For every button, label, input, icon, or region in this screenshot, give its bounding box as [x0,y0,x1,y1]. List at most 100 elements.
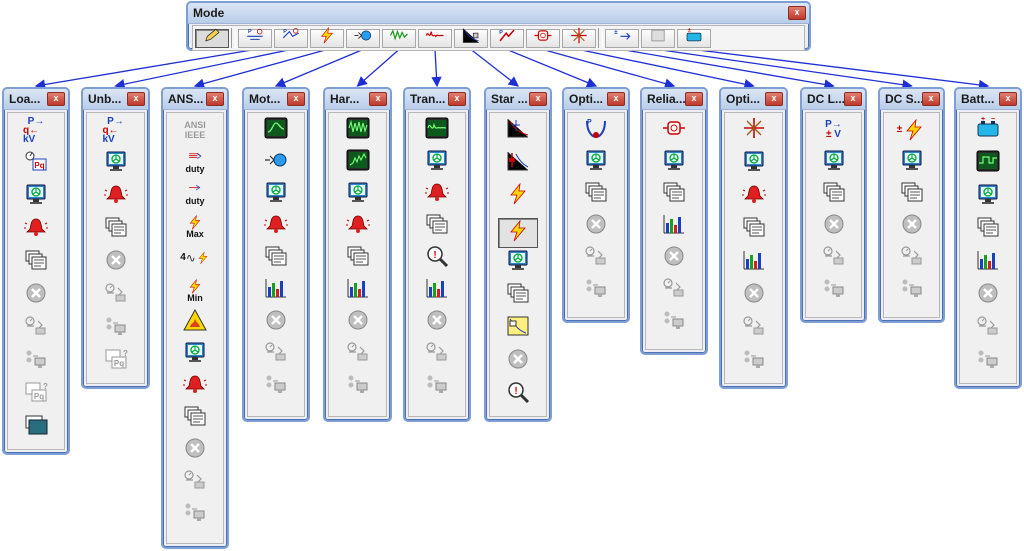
reliability-icon[interactable] [662,117,686,144]
toolbar-button[interactable] [263,117,289,141]
close-button[interactable]: x [844,92,862,106]
halt-icon[interactable] [104,249,128,276]
halt-icon[interactable] [264,309,288,336]
study-case-icon[interactable] [425,149,449,176]
meter-pq-icon[interactable]: Pq [24,150,48,177]
star-fault-icon[interactable] [506,182,530,210]
close-button[interactable]: x [287,92,305,106]
halt-icon[interactable] [24,282,48,309]
toolbar-button[interactable] [821,182,847,205]
toolbar-button[interactable] [821,245,847,269]
toolbar-button[interactable] [345,245,371,272]
halt-icon[interactable] [742,282,766,309]
toolbar-button[interactable]: 4 ∿ [180,247,208,269]
toolbar-button[interactable] [424,310,450,333]
halt-icon[interactable] [822,213,846,240]
toolbar-button[interactable] [345,182,371,205]
toolbar-button[interactable] [424,214,450,237]
toolbar-button[interactable] [661,119,687,141]
toolbar-button[interactable] [263,375,289,397]
optimal-capacitor-icon[interactable] [742,117,766,144]
toolbar-button[interactable]: Pq? [23,382,49,405]
close-button[interactable]: x [922,92,940,106]
bar-chart-icon[interactable] [346,277,370,304]
toolbar-button[interactable] [975,216,1001,243]
alarm-bell-icon[interactable] [741,183,766,210]
online-pc-icon[interactable] [900,277,924,304]
toolbar-button[interactable] [345,341,371,368]
toolbar-button[interactable] [741,250,767,273]
toolbar-button[interactable] [975,184,1001,207]
toolbar-button[interactable] [975,315,1001,339]
halt-icon[interactable] [506,348,530,375]
study-case-icon[interactable] [24,183,48,210]
toolbar-button[interactable] [182,503,208,525]
get-online-icon[interactable] [104,282,128,309]
toolbar-button[interactable] [975,350,1001,372]
bar-chart-icon[interactable] [264,277,288,304]
toolbar-button[interactable] [424,375,450,397]
unbalanced-load-flow-button[interactable]: P [274,28,308,48]
toolbar-button[interactable] [741,185,767,207]
toolbar-button[interactable] [103,249,129,276]
toolbar-button[interactable] [661,181,687,208]
battery-icon[interactable]: + − [976,116,1000,144]
toolbar-button[interactable]: Pq [23,150,49,177]
toolbar-button[interactable] [263,309,289,336]
study-case-icon[interactable] [900,149,924,176]
report-pages-icon[interactable] [900,181,924,208]
close-button[interactable]: x [788,6,806,20]
toolbar-button[interactable] [345,215,371,237]
report-pages-icon[interactable] [976,216,1000,243]
toolbar-button[interactable] [583,214,609,237]
toolbar-button[interactable] [23,218,49,240]
halt-icon[interactable] [183,437,207,464]
toolbar-button[interactable]: duty [182,151,208,173]
toolbar-button[interactable] [424,117,450,141]
report-pages-icon[interactable] [742,216,766,243]
opf-icon[interactable]: P [584,117,608,144]
toolbar-button[interactable] [975,283,1001,306]
toolbar-button[interactable] [661,214,687,237]
alarm-bell-icon[interactable] [24,216,48,243]
report-pages-icon[interactable] [584,181,608,208]
toolbar-button[interactable] [505,283,531,306]
edit-pencil-button[interactable] [195,28,229,48]
star-coord-icon[interactable] [506,117,530,144]
toolbar-button[interactable]: P→ q← kV [23,116,49,144]
toolbar-button[interactable]: ! [424,245,450,269]
toolbar-button[interactable] [424,278,450,301]
magnifier-alert-icon[interactable]: ! [506,381,530,408]
toolbar-button[interactable] [505,117,531,144]
reliability-button[interactable] [526,28,560,48]
online-pc-icon[interactable] [425,373,449,400]
get-online-icon[interactable] [24,315,48,342]
close-button[interactable]: x [47,92,65,106]
pkv-lf-icon[interactable]: P→ q← kV [23,116,49,144]
pq-report-icon[interactable]: Pq? [104,348,128,375]
toolbar-button[interactable]: ! [505,381,531,408]
toolbar-button[interactable] [263,182,289,205]
toolbar-button[interactable] [345,310,371,333]
toolbar-button[interactable]: Max [182,214,208,238]
alarm-bell-icon[interactable] [264,213,288,240]
halt-icon[interactable] [662,245,686,272]
report-pages-icon[interactable] [662,181,686,208]
toolbar-button[interactable]: ± [897,119,927,141]
alarm-bell-icon[interactable] [103,183,128,210]
arc-flash-icon[interactable] [183,308,207,336]
harmonic-plot-icon[interactable] [346,117,370,144]
get-online-icon[interactable] [346,341,370,368]
toolbar-button[interactable] [583,245,609,269]
dc-sc-icon[interactable]: ± [897,119,927,141]
optimal-power-flow-button[interactable]: P [490,28,524,48]
alarm-bell-icon[interactable] [345,213,370,240]
close-button[interactable]: x [127,92,145,106]
report-pages-icon[interactable] [346,245,370,272]
toolbar-button[interactable]: ANSI IEEE [182,119,208,141]
toolbar-button[interactable] [661,277,687,301]
close-button[interactable]: x [999,92,1017,106]
bar-chart-icon[interactable] [976,249,1000,276]
pkv-lf-icon[interactable]: P→ q← kV [103,116,129,144]
toolbar-button[interactable] [741,151,767,174]
